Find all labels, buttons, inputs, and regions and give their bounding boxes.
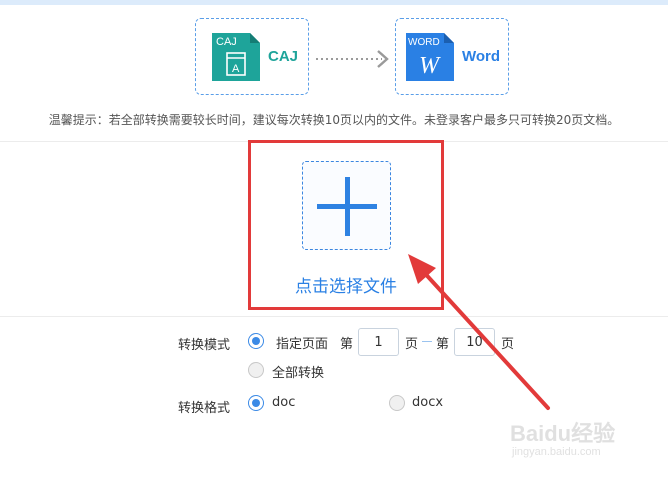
start-page-input[interactable] bbox=[358, 328, 399, 356]
target-format-word: WORD W Word bbox=[395, 18, 509, 95]
radio-format-doc[interactable] bbox=[248, 395, 264, 411]
source-format-caj: CAJ A CAJ bbox=[195, 18, 309, 95]
baidu-watermark: Baidu经验 jingyan.baidu.com bbox=[510, 406, 660, 466]
page-prefix-end: 第 bbox=[436, 337, 450, 352]
page-prefix-start: 第 bbox=[340, 337, 354, 352]
target-format-label: Word bbox=[462, 48, 501, 65]
source-format-label: CAJ bbox=[268, 48, 299, 65]
plus-icon-horizontal bbox=[317, 204, 377, 209]
radio-specified-pages[interactable] bbox=[248, 333, 264, 349]
format-label: 转换格式 bbox=[178, 401, 231, 416]
range-dash bbox=[422, 341, 432, 342]
caj-glyph: A bbox=[232, 63, 240, 75]
page-suffix-end: 页 bbox=[501, 337, 515, 352]
word-file-icon: WORD W bbox=[406, 33, 454, 81]
end-page-input[interactable] bbox=[454, 328, 495, 356]
convert-arrow-icon bbox=[316, 50, 389, 68]
select-file-link[interactable]: 点击选择文件 bbox=[248, 272, 444, 297]
page-suffix-start: 页 bbox=[405, 337, 419, 352]
caj-badge: CAJ bbox=[216, 36, 237, 48]
upload-file-button[interactable] bbox=[302, 161, 391, 250]
top-bar bbox=[0, 0, 668, 5]
specified-pages-label: 指定页面 bbox=[276, 337, 329, 352]
watermark-url: jingyan.baidu.com bbox=[512, 446, 601, 458]
watermark-logo: Baidu经验 bbox=[510, 421, 616, 446]
caj-file-icon: CAJ A bbox=[212, 33, 260, 81]
all-pages-label: 全部转换 bbox=[272, 366, 325, 381]
tip-text: 温馨提示：若全部转换需要较长时间，建议每次转换10页以内的文件。未登录客户最多只… bbox=[48, 113, 620, 127]
word-glyph: W bbox=[419, 53, 441, 79]
mode-label: 转换模式 bbox=[178, 338, 231, 353]
divider bbox=[0, 316, 668, 317]
radio-format-docx[interactable] bbox=[389, 395, 405, 411]
word-badge: WORD bbox=[408, 37, 440, 48]
format-docx-label: docx bbox=[412, 395, 444, 410]
format-doc-label: doc bbox=[272, 395, 296, 410]
radio-all-pages[interactable] bbox=[248, 362, 264, 378]
